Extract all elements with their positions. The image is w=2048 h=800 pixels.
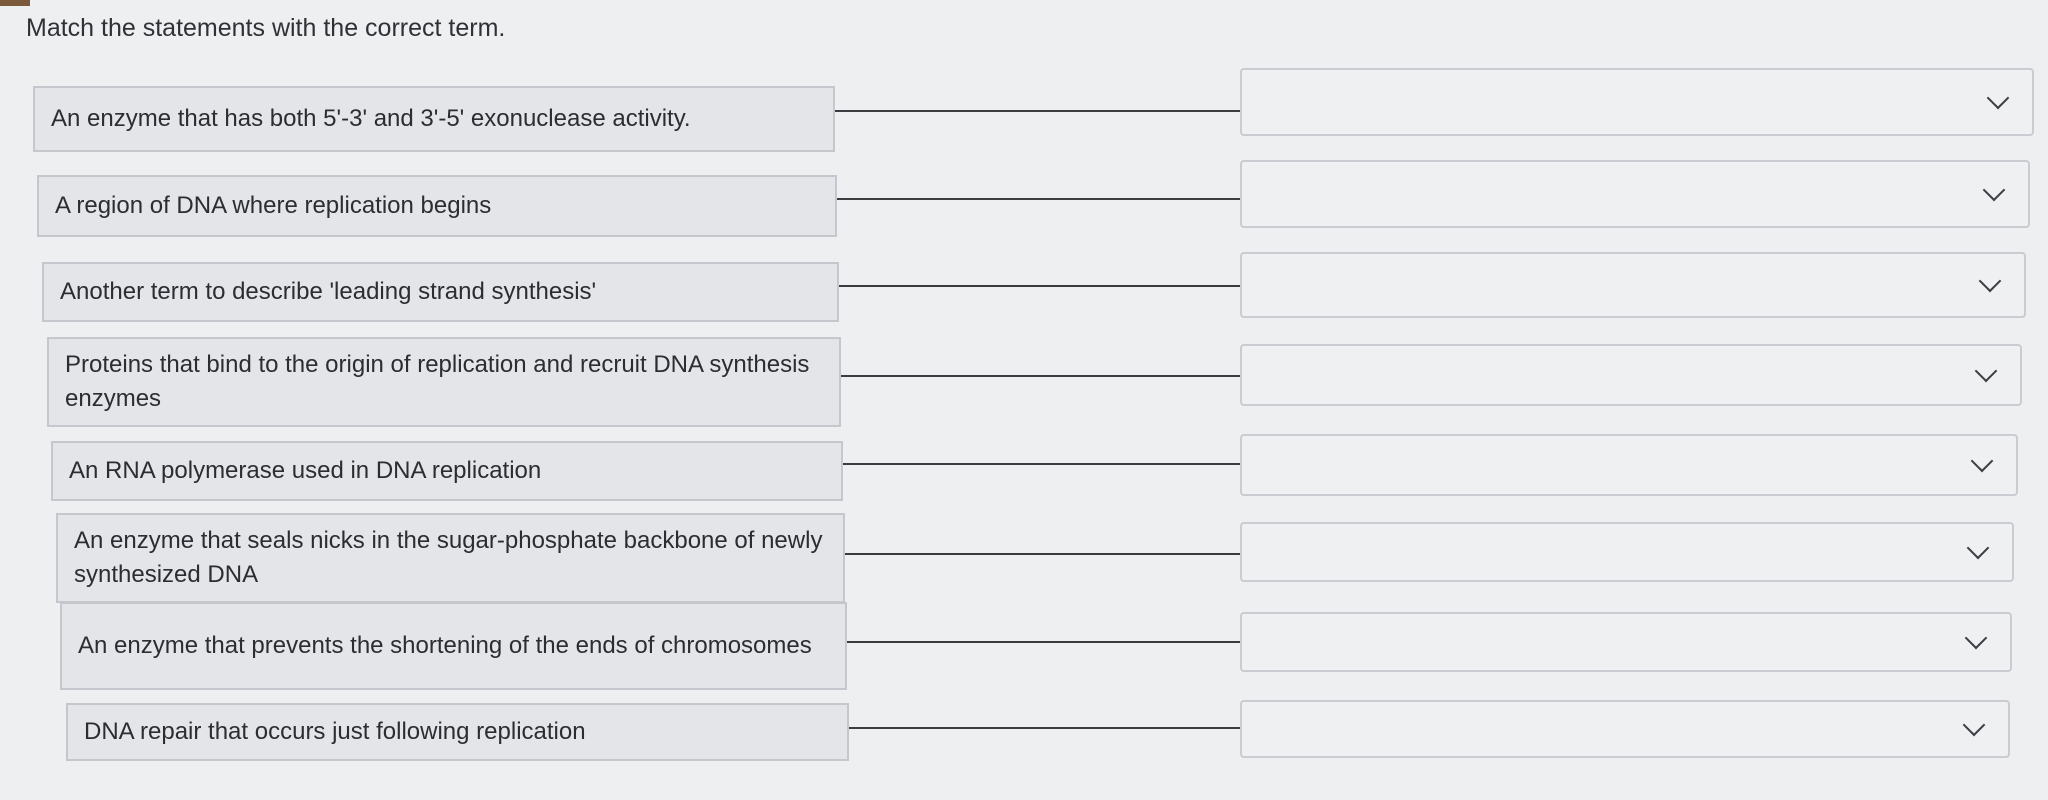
term-select-4[interactable] <box>1240 344 2022 406</box>
chevron-down-icon <box>1978 269 2002 293</box>
term-select-6[interactable] <box>1240 522 2014 582</box>
term-select-5[interactable] <box>1240 434 2018 496</box>
statement-8-text: DNA repair that occurs just following re… <box>84 718 586 745</box>
connector-3 <box>839 285 1240 287</box>
connector-4 <box>841 375 1240 377</box>
statement-4: Proteins that bind to the origin of repl… <box>47 337 841 427</box>
statement-1: An enzyme that has both 5'-3' and 3'-5' … <box>33 86 835 152</box>
statement-6-text: An enzyme that seals nicks in the sugar-… <box>74 527 823 588</box>
statement-2: A region of DNA where replication begins <box>37 175 837 237</box>
statement-2-text: A region of DNA where replication begins <box>55 192 492 219</box>
statement-4-text: Proteins that bind to the origin of repl… <box>65 351 810 412</box>
statement-5-text: An RNA polymerase used in DNA replicatio… <box>69 457 542 484</box>
chevron-down-icon <box>1986 86 2010 110</box>
chevron-down-icon <box>1964 626 1988 650</box>
connector-1 <box>835 110 1240 112</box>
connector-6 <box>845 553 1240 555</box>
statement-7: An enzyme that prevents the shortening o… <box>60 602 847 690</box>
statement-3-text: Another term to describe 'leading strand… <box>60 278 597 305</box>
chevron-down-icon <box>1970 449 1994 473</box>
chevron-down-icon <box>1966 536 1990 560</box>
statement-7-text: An enzyme that prevents the shortening o… <box>78 632 812 659</box>
term-select-3[interactable] <box>1240 252 2026 318</box>
chevron-down-icon <box>1962 713 1986 737</box>
instructions-text: Match the statements with the correct te… <box>26 14 506 42</box>
statement-3: Another term to describe 'leading strand… <box>42 262 839 322</box>
corner-mark <box>0 0 30 6</box>
term-select-1[interactable] <box>1240 68 2034 136</box>
statement-5: An RNA polymerase used in DNA replicatio… <box>51 441 843 501</box>
term-select-7[interactable] <box>1240 612 2012 672</box>
statement-1-text: An enzyme that has both 5'-3' and 3'-5' … <box>51 105 691 132</box>
connector-5 <box>843 463 1240 465</box>
chevron-down-icon <box>1982 178 2006 202</box>
connector-8 <box>849 727 1240 729</box>
term-select-2[interactable] <box>1240 160 2030 228</box>
connector-2 <box>837 198 1240 200</box>
connector-7 <box>847 641 1240 643</box>
statement-6: An enzyme that seals nicks in the sugar-… <box>56 513 845 603</box>
statement-8: DNA repair that occurs just following re… <box>66 703 849 761</box>
term-select-8[interactable] <box>1240 700 2010 758</box>
chevron-down-icon <box>1974 359 1998 383</box>
